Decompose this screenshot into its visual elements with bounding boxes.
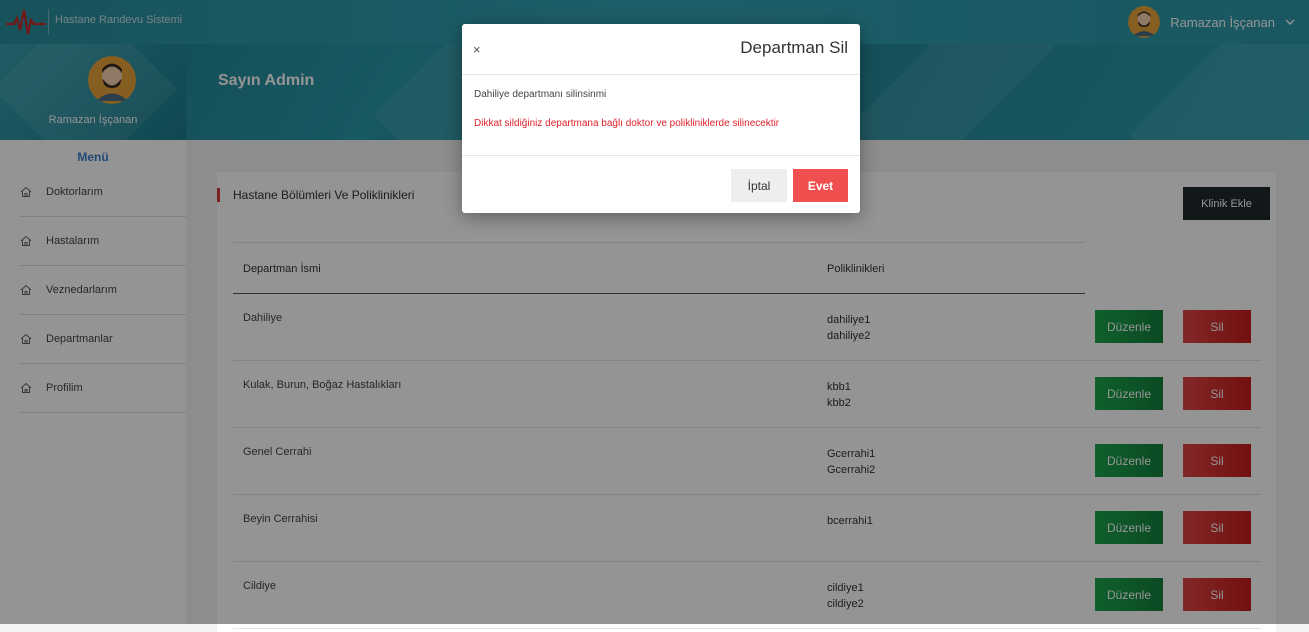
modal-footer: İptal Evet	[462, 155, 860, 214]
modal-title: Departman Sil	[740, 38, 848, 57]
modal-header: × Departman Sil	[462, 24, 860, 75]
confirm-button[interactable]: Evet	[793, 169, 848, 202]
cancel-button[interactable]: İptal	[731, 169, 787, 202]
modal-message: Dahiliye departmanı silinsinmi	[474, 89, 607, 100]
modal-body: Dahiliye departmanı silinsinmi Dikkat si…	[474, 89, 848, 129]
close-icon[interactable]: ×	[473, 42, 481, 57]
delete-department-modal: × Departman Sil Dahiliye departmanı sili…	[462, 24, 860, 213]
modal-warning: Dikkat sildiğiniz departmana bağlı dokto…	[474, 118, 780, 129]
